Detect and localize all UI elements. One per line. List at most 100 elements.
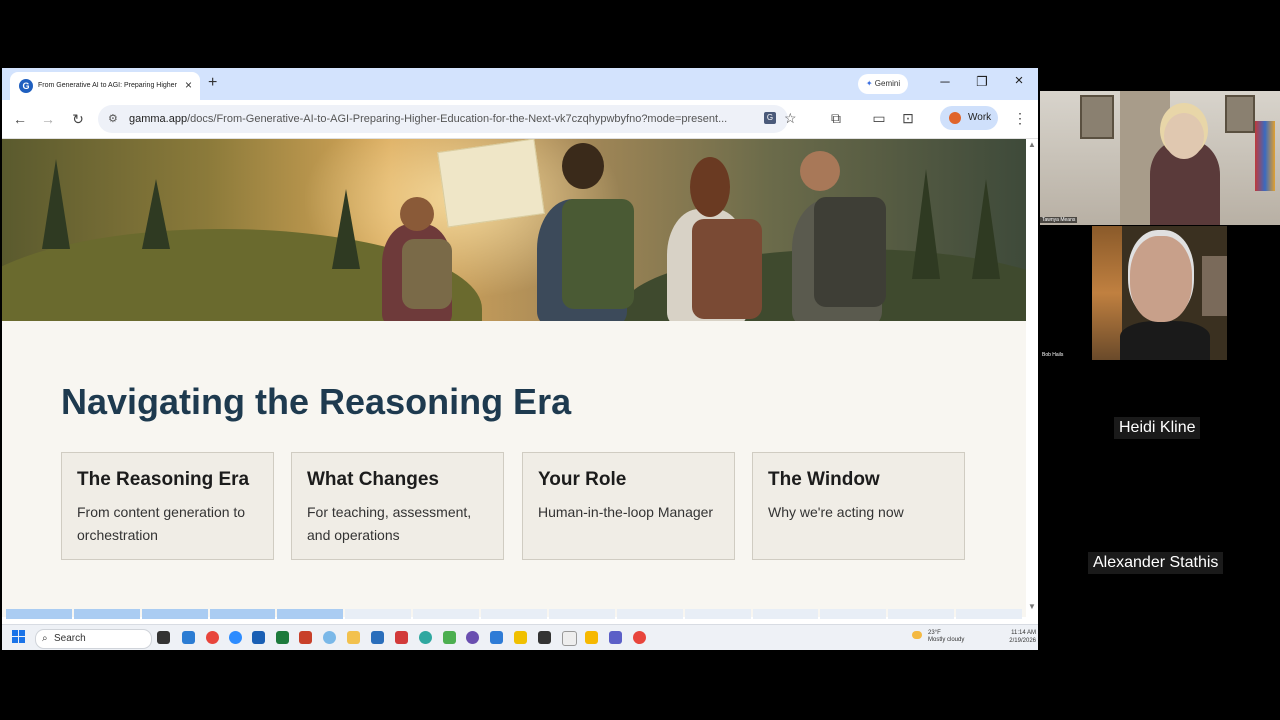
google-lens-icon[interactable]: G — [764, 112, 776, 124]
progress-segment[interactable] — [548, 609, 615, 619]
progress-segment[interactable] — [888, 609, 955, 619]
file-explorer-icon[interactable] — [347, 631, 360, 644]
taskbar-clock[interactable]: 11:14 AM 2/19/2026 — [996, 629, 1036, 645]
card-title: What Changes — [307, 469, 439, 490]
presentation-progress-bar[interactable] — [6, 609, 1024, 619]
app-a-icon[interactable] — [562, 631, 577, 646]
weather-cloud-icon — [912, 631, 922, 639]
app-yellow-icon[interactable] — [514, 631, 527, 644]
browser-toolbar: ← → ↻ ⚙ gamma.app/docs/From-Generative-A… — [2, 100, 1038, 139]
zoom-icon[interactable] — [229, 631, 242, 644]
site-info-icon[interactable]: ⚙ — [108, 112, 118, 125]
progress-segment[interactable] — [141, 609, 208, 619]
browser-tab-active[interactable]: G From Generative AI to AGI: Preparing H… — [10, 72, 200, 100]
chrome-icon[interactable] — [206, 631, 219, 644]
progress-segment[interactable] — [481, 609, 547, 619]
windows-start-icon[interactable] — [12, 630, 26, 644]
gemini-button[interactable]: ✦ Gemini — [858, 74, 908, 94]
weather-condition: Mostly cloudy — [928, 637, 965, 643]
card-reasoning-era[interactable]: The Reasoning Era From content generatio… — [61, 452, 274, 560]
acrobat-icon[interactable] — [395, 631, 408, 644]
card-your-role[interactable]: Your Role Human-in-the-loop Manager — [522, 452, 735, 560]
participant-name-heidi[interactable]: Heidi Kline — [1114, 417, 1201, 439]
cast-icon[interactable]: ▭ — [870, 110, 888, 127]
back-button[interactable]: ← — [11, 111, 29, 127]
reload-button[interactable]: ↻ — [69, 111, 87, 128]
app-teal-icon[interactable] — [419, 631, 432, 644]
outlook-icon[interactable] — [252, 631, 265, 644]
card-what-changes[interactable]: What Changes For teaching, assessment, a… — [291, 452, 504, 560]
browser-window: G From Generative AI to AGI: Preparing H… — [2, 68, 1038, 650]
windows-taskbar: ⌕ Search 23°F Mostly cloudy 11:14 AM 2/1… — [2, 624, 1038, 650]
card-title: The Window — [768, 469, 880, 490]
scroll-up-arrow-icon[interactable]: ▲ — [1028, 140, 1036, 149]
progress-segment[interactable] — [209, 609, 276, 619]
card-the-window[interactable]: The Window Why we're acting now — [752, 452, 965, 560]
search-label: Search — [54, 633, 86, 644]
participant-video-bob[interactable] — [1092, 226, 1227, 360]
participant-video-tawnya[interactable]: Tawnya Means — [1040, 91, 1280, 225]
taskbar-search[interactable]: ⌕ Search — [35, 629, 152, 649]
search-icon: ⌕ — [42, 633, 48, 644]
person-head — [1164, 113, 1204, 159]
screenshot-icon[interactable]: ⊡ — [899, 110, 917, 127]
chrome-profile-icon[interactable] — [633, 631, 646, 644]
tab-close-icon[interactable]: × — [185, 78, 192, 92]
progress-segment[interactable] — [345, 609, 412, 619]
map-in-hands — [437, 139, 545, 228]
app-green-icon[interactable] — [443, 631, 456, 644]
task-view-icon[interactable] — [157, 631, 170, 644]
card-title: The Reasoning Era — [77, 469, 250, 490]
terminal-icon[interactable] — [538, 631, 551, 644]
url-text[interactable]: gamma.app/docs/From-Generative-AI-to-AGI… — [129, 112, 754, 126]
card-description: From content generation to orchestration — [77, 504, 246, 543]
progress-segment[interactable] — [684, 609, 751, 619]
tab-title: From Generative AI to AGI: Preparing Hig… — [38, 82, 178, 89]
profile-avatar-icon — [949, 112, 961, 124]
app-folder-icon[interactable] — [585, 631, 598, 644]
clock-time: 11:14 AM — [1011, 630, 1036, 636]
progress-segment[interactable] — [956, 609, 1022, 619]
browser-menu-icon[interactable]: ⋮ — [1011, 110, 1029, 127]
vscode-icon[interactable] — [490, 631, 503, 644]
medals — [1255, 121, 1275, 191]
address-bar[interactable]: ⚙ gamma.app/docs/From-Generative-AI-to-A… — [98, 105, 797, 133]
forward-button[interactable]: → — [39, 111, 57, 127]
bookmark-star-icon[interactable]: ☆ — [784, 110, 797, 127]
restore-button[interactable]: ❐ — [972, 74, 992, 90]
progress-segment[interactable] — [277, 609, 344, 619]
app-purple-icon[interactable] — [466, 631, 479, 644]
wall-frame — [1202, 256, 1227, 316]
weather-temp: 23°F — [928, 630, 941, 636]
teams-icon[interactable] — [609, 631, 622, 644]
scroll-down-arrow-icon[interactable]: ▼ — [1028, 602, 1036, 611]
minimize-button[interactable]: ─ — [935, 74, 955, 89]
copilot-icon[interactable] — [323, 631, 336, 644]
participant-name-label: Bob Hails — [1040, 352, 1066, 358]
extensions-icon[interactable]: ⧉ — [827, 110, 845, 127]
progress-segment[interactable] — [413, 609, 480, 619]
person-head — [1130, 236, 1192, 322]
progress-segment[interactable] — [6, 609, 72, 619]
powerpoint-icon[interactable] — [299, 631, 312, 644]
card-description: Human-in-the-loop Manager — [538, 504, 714, 520]
progress-segment[interactable] — [820, 609, 887, 619]
tab-strip: G From Generative AI to AGI: Preparing H… — [2, 68, 1038, 100]
excel-icon[interactable] — [276, 631, 289, 644]
profile-label: Work — [968, 112, 992, 123]
window-close-button[interactable]: × — [1009, 72, 1029, 89]
bookshelf — [1092, 226, 1122, 360]
participant-name-label: Tawnya Means — [1040, 217, 1078, 223]
wall-frame — [1225, 95, 1255, 133]
profile-work-button[interactable]: Work — [940, 106, 998, 130]
store-icon[interactable] — [371, 631, 384, 644]
wall-frame — [1080, 95, 1114, 139]
new-tab-button[interactable]: + — [208, 74, 217, 92]
progress-segment[interactable] — [616, 609, 683, 619]
clock-date: 2/19/2026 — [1009, 638, 1036, 644]
card-description: Why we're acting now — [768, 504, 904, 520]
edge-icon[interactable] — [182, 631, 195, 644]
participant-name-alexander[interactable]: Alexander Stathis — [1088, 552, 1224, 574]
progress-segment[interactable] — [73, 609, 140, 619]
progress-segment[interactable] — [752, 609, 819, 619]
